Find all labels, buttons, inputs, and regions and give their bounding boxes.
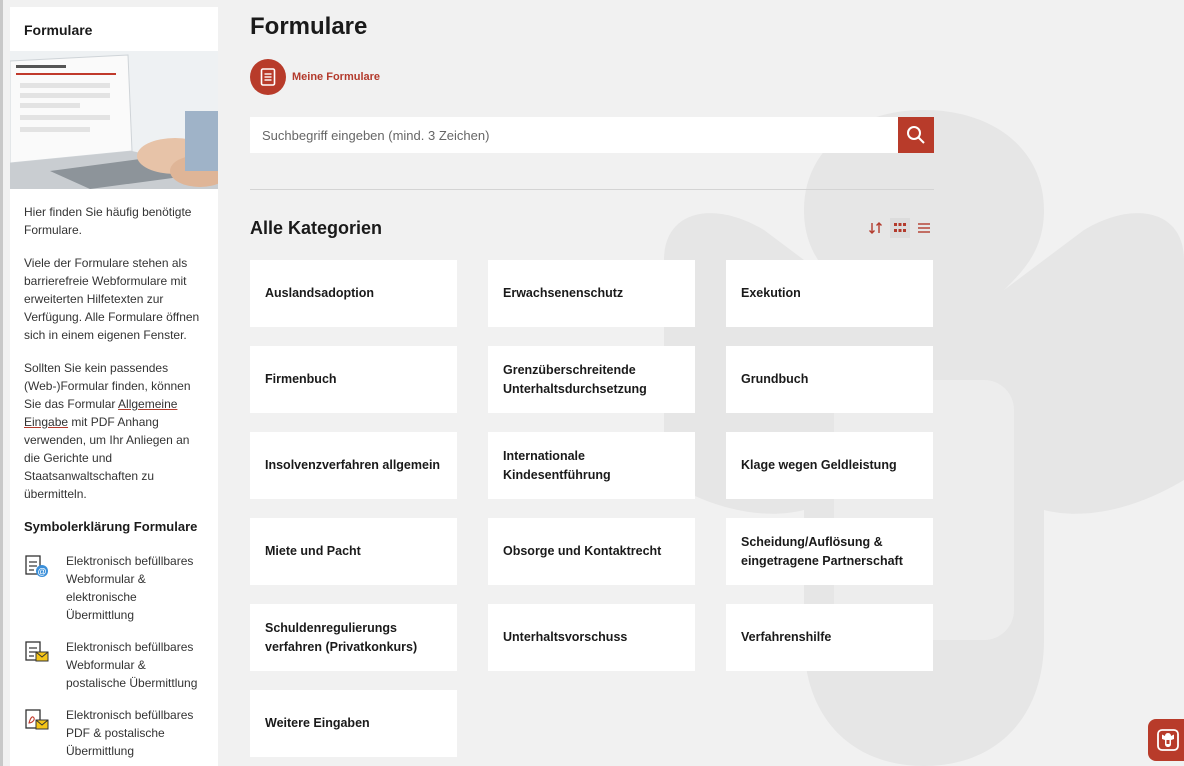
sort-icon bbox=[869, 222, 882, 234]
eagle-crest-icon bbox=[1157, 729, 1179, 751]
search-button[interactable] bbox=[898, 117, 934, 153]
sidebar-intro: Hier finden Sie häufig benötigte Formula… bbox=[24, 205, 192, 237]
main-content: Formulare Meine Formulare Alle Kategorie… bbox=[250, 0, 934, 757]
my-forms-label: Meine Formulare bbox=[292, 71, 381, 83]
legend-item: @ Elektronisch befüllbares Webformular &… bbox=[24, 552, 204, 624]
pdf-postal-icon bbox=[25, 709, 49, 730]
page-title: Formulare bbox=[250, 13, 368, 40]
laptop-form-image bbox=[10, 51, 218, 189]
category-tile[interactable]: Schuldenregulierungs verfahren (Privatko… bbox=[250, 604, 457, 671]
category-tile[interactable]: Obsorge und Kontaktrecht bbox=[488, 518, 695, 585]
view-controls bbox=[866, 218, 934, 238]
category-tile[interactable]: Firmenbuch bbox=[250, 346, 457, 413]
category-grid: Auslandsadoption Erwachsenenschutz Exeku… bbox=[250, 260, 934, 757]
legend-title: Symbolerklärung Formulare bbox=[24, 519, 198, 534]
webform-postal-icon bbox=[25, 641, 49, 662]
sort-button[interactable] bbox=[866, 218, 886, 238]
list-view-button[interactable] bbox=[914, 218, 934, 238]
category-tile[interactable]: Miete und Pacht bbox=[250, 518, 457, 585]
svg-text:@: @ bbox=[38, 567, 47, 577]
category-tile[interactable]: Auslandsadoption bbox=[250, 260, 457, 327]
sidebar-description: Viele der Formulare stehen als barrieref… bbox=[24, 256, 200, 342]
sidebar-title: Formulare bbox=[24, 22, 93, 38]
category-tile[interactable]: Erwachsenenschutz bbox=[488, 260, 695, 327]
category-tile[interactable]: Grenzüberschreitende Unterhaltsdurchsetz… bbox=[488, 346, 695, 413]
category-tile[interactable]: Scheidung/Auflösung & eingetragene Partn… bbox=[726, 518, 933, 585]
category-tile[interactable]: Weitere Eingaben bbox=[250, 690, 457, 757]
sidebar: Formulare Hier finden Sie häufig benötig… bbox=[10, 7, 218, 766]
search-input[interactable] bbox=[250, 117, 898, 153]
legend-text: Elektronisch befüllbares Webformular & e… bbox=[66, 554, 194, 622]
category-tile[interactable]: Klage wegen Geldleistung bbox=[726, 432, 933, 499]
category-tile[interactable]: Grundbuch bbox=[726, 346, 933, 413]
category-tile[interactable]: Insolvenzverfahren allgemein bbox=[250, 432, 457, 499]
category-tile[interactable]: Unterhaltsvorschuss bbox=[488, 604, 695, 671]
window-edge bbox=[0, 0, 3, 766]
divider bbox=[250, 189, 934, 190]
categories-header: Alle Kategorien bbox=[250, 218, 934, 242]
justiz-assistant-button[interactable] bbox=[1148, 719, 1184, 761]
sidebar-hint: Sollten Sie kein passendes (Web-)Formula… bbox=[24, 361, 191, 501]
search-bar bbox=[250, 117, 934, 153]
webform-electronic-icon: @ bbox=[25, 555, 48, 577]
category-tile[interactable]: Internationale Kindesentführung bbox=[488, 432, 695, 499]
grid-view-button[interactable] bbox=[890, 218, 910, 238]
grid-icon bbox=[894, 223, 906, 232]
category-tile[interactable]: Verfahrenshilfe bbox=[726, 604, 933, 671]
legend-item: Elektronisch befüllbares PDF & postalisc… bbox=[24, 706, 204, 760]
category-tile[interactable]: Exekution bbox=[726, 260, 933, 327]
list-icon bbox=[918, 223, 930, 233]
legend-text: Elektronisch befüllbares PDF & postalisc… bbox=[66, 708, 194, 758]
search-icon bbox=[907, 126, 925, 144]
categories-title: Alle Kategorien bbox=[250, 218, 383, 238]
legend-text: Elektronisch befüllbares Webformular & p… bbox=[66, 640, 198, 690]
legend-item: Elektronisch befüllbares Webformular & p… bbox=[24, 638, 204, 692]
document-icon bbox=[250, 59, 286, 95]
my-forms-link[interactable]: Meine Formulare bbox=[250, 57, 934, 97]
